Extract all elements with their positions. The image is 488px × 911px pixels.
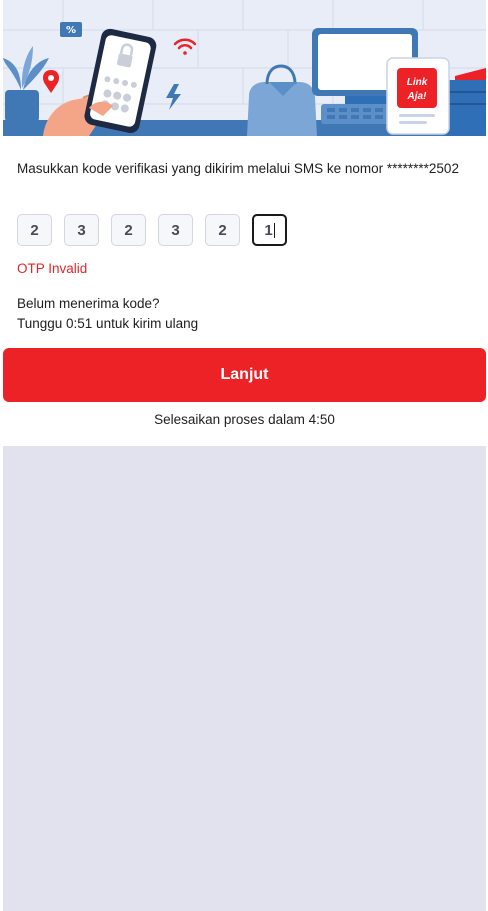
resend-info: Belum menerima kode? Tunggu 0:51 untuk k… — [17, 294, 198, 334]
otp-digit-value: 1 — [264, 221, 273, 239]
otp-digit-5[interactable]: 2 — [205, 214, 240, 246]
otp-digit-6[interactable]: 1 — [252, 214, 287, 246]
otp-digit-value: 3 — [171, 221, 180, 239]
svg-text:Aja!: Aja! — [407, 91, 428, 102]
otp-digit-value: 3 — [77, 221, 86, 239]
resend-countdown: Tunggu 0:51 untuk kirim ulang — [17, 316, 199, 331]
otp-page: % Link Aja! Masukkan kode verifikasi yan… — [3, 0, 486, 911]
otp-digit-2[interactable]: 3 — [64, 214, 99, 246]
otp-digit-value: 2 — [30, 221, 39, 239]
text-caret — [273, 222, 275, 238]
otp-digit-value: 2 — [218, 221, 227, 239]
otp-error-message: OTP Invalid — [17, 261, 88, 276]
otp-input-group: 2 3 2 3 2 1 — [17, 214, 287, 246]
otp-digit-value: 2 — [124, 221, 133, 239]
otp-digit-3[interactable]: 2 — [111, 214, 146, 246]
linkaja-logo: Link Aja! — [386, 57, 450, 135]
discount-tag-icon: % — [60, 22, 82, 37]
header-banner-illustration: % Link Aja! — [3, 0, 486, 136]
svg-text:Link: Link — [407, 77, 428, 88]
continue-button[interactable]: Lanjut — [3, 348, 486, 402]
session-timer: Selesaikan proses dalam 4:50 — [154, 412, 335, 427]
otp-instruction-text: Masukkan kode verifikasi yang dikirim me… — [17, 161, 459, 176]
otp-digit-1[interactable]: 2 — [17, 214, 52, 246]
empty-content-area — [3, 446, 486, 911]
otp-digit-4[interactable]: 3 — [158, 214, 193, 246]
svg-text:%: % — [66, 25, 76, 36]
resend-question: Belum menerima kode? — [17, 296, 160, 311]
